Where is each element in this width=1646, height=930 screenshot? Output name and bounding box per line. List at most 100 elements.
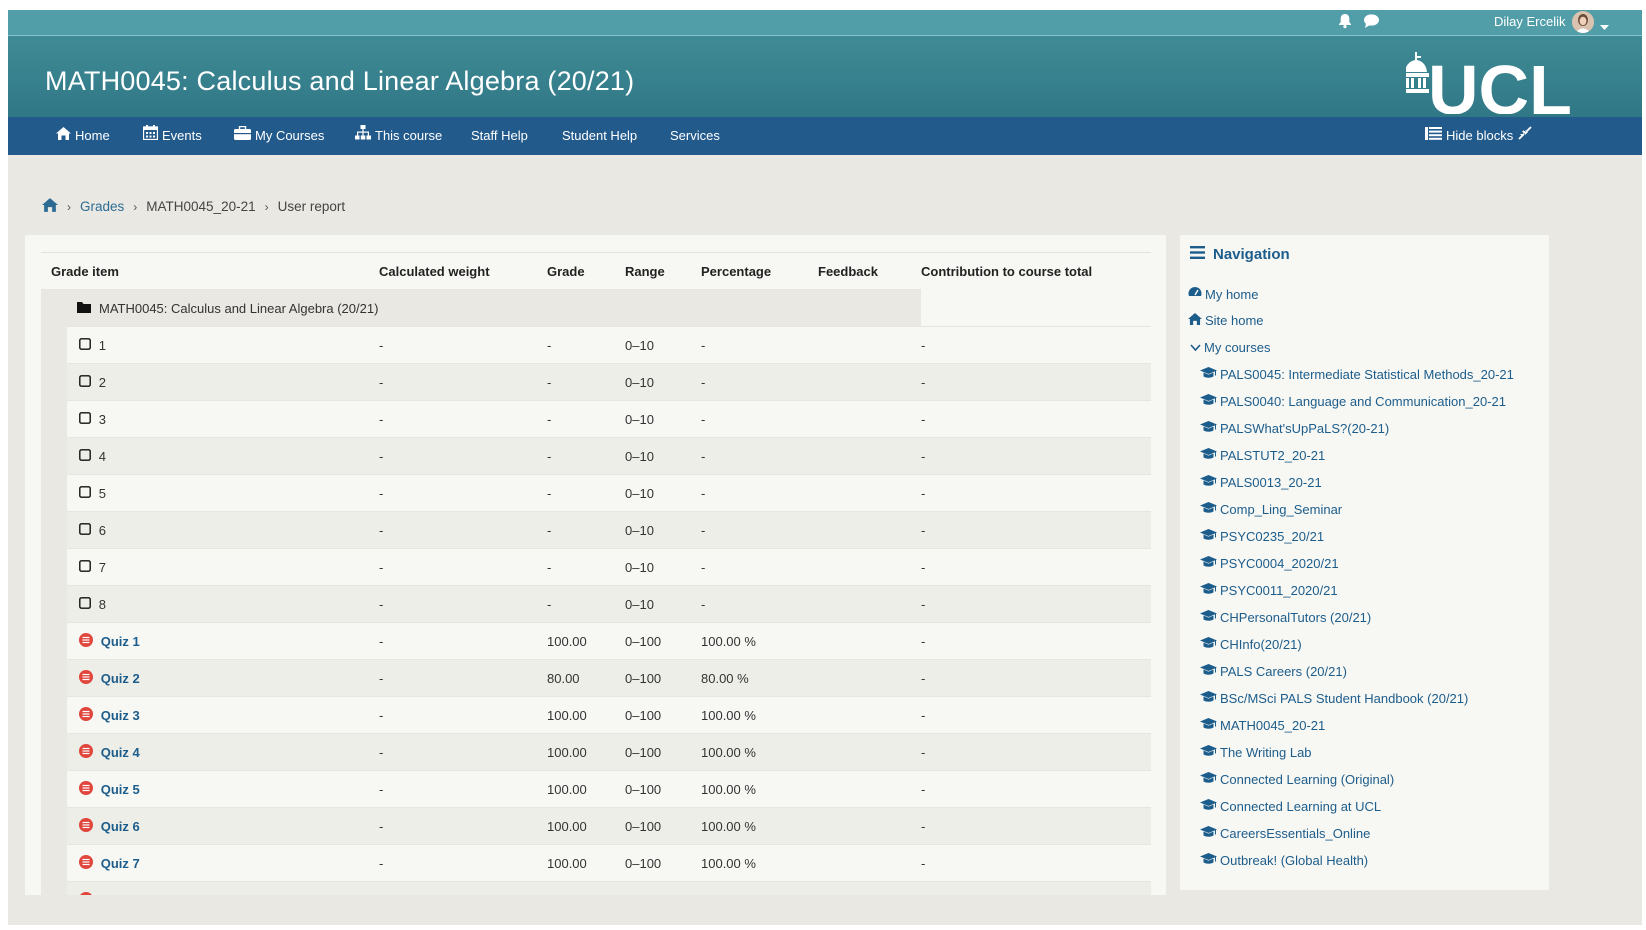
nav-my-courses-toggle[interactable]: My courses xyxy=(1190,340,1270,355)
grade-item-name[interactable]: Quiz 6 xyxy=(101,819,140,834)
cell-grade: - xyxy=(547,437,625,475)
nav-course-item[interactable]: CHInfo(20/21) xyxy=(1200,637,1302,652)
assignment-icon xyxy=(78,411,91,427)
grade-item-name[interactable]: Quiz 1 xyxy=(101,634,140,649)
nav-course-label: Comp_Ling_Seminar xyxy=(1220,502,1343,517)
folder-icon xyxy=(77,301,91,316)
caret-down-icon[interactable] xyxy=(1600,18,1609,36)
cell-feedback xyxy=(818,400,921,438)
cell-feedback xyxy=(818,770,921,808)
cell-percentage: - xyxy=(701,474,818,512)
assignment-icon xyxy=(78,596,91,612)
breadcrumb-home-icon[interactable] xyxy=(42,198,58,215)
breadcrumb-grades[interactable]: Grades xyxy=(80,199,124,214)
quiz-icon xyxy=(78,780,93,798)
table-row: 5- -0–10- - xyxy=(41,474,1151,512)
row-indent xyxy=(41,511,67,549)
cell-weight: - xyxy=(379,622,547,660)
quiz-icon xyxy=(78,743,93,761)
user-name[interactable]: Dilay Ercelik xyxy=(1494,14,1566,29)
cell-grade: 100.00 xyxy=(547,733,625,771)
nav-student-help-label: Student Help xyxy=(562,128,638,143)
navigation-block-title[interactable]: Navigation xyxy=(1190,246,1290,263)
nav-course-item[interactable]: Connected Learning at UCL xyxy=(1200,799,1381,814)
nav-course-label: Connected Learning (Original) xyxy=(1220,772,1395,787)
nav-course-item[interactable]: PALSTUT2_20-21 xyxy=(1200,448,1325,463)
nav-course-label: PALSWhat'sUpPaLS?(20-21) xyxy=(1220,421,1390,436)
table-row: Quiz 1-100.00 0–100 100.00 % - xyxy=(41,622,1151,660)
assignment-icon xyxy=(78,448,91,464)
hide-blocks-button[interactable]: Hide blocks xyxy=(1425,117,1513,155)
cell-weight: - xyxy=(379,807,547,845)
cell-percentage: - xyxy=(701,585,818,623)
nav-course-item[interactable]: PALS0013_20-21 xyxy=(1200,475,1322,490)
nav-course-item[interactable]: MATH0045_20-21 xyxy=(1200,718,1325,733)
user-avatar[interactable] xyxy=(1572,11,1594,33)
compress-button[interactable] xyxy=(1518,117,1532,155)
cell-weight: - xyxy=(379,474,547,512)
nav-course-item[interactable]: Outbreak! (Global Health) xyxy=(1200,853,1368,868)
nav-course-item[interactable]: Comp_Ling_Seminar xyxy=(1200,502,1342,517)
chat-icon[interactable] xyxy=(1363,13,1380,34)
nav-site-home[interactable]: Site home xyxy=(1188,313,1264,328)
cell-feedback xyxy=(818,326,921,364)
nav-course-item[interactable]: PALS0045: Intermediate Statistical Metho… xyxy=(1200,367,1514,382)
nav-course-item[interactable]: Connected Learning (Original) xyxy=(1200,772,1394,787)
nav-services[interactable]: Services xyxy=(670,117,720,155)
nav-course-item[interactable]: PALSWhat'sUpPaLS?(20-21) xyxy=(1200,421,1389,436)
cell-weight: - xyxy=(379,659,547,697)
nav-course-item[interactable]: PSYC0004_2020/21 xyxy=(1200,556,1339,571)
cell-range: 0–100 xyxy=(625,696,701,734)
cell-contribution: - xyxy=(921,511,1151,549)
nav-student-help[interactable]: Student Help xyxy=(562,117,637,155)
nav-course-item[interactable]: PSYC0011_2020/21 xyxy=(1200,583,1338,598)
cell-feedback xyxy=(818,511,921,549)
bell-icon[interactable] xyxy=(1338,13,1352,34)
nav-course-item[interactable]: PALS Careers (20/21) xyxy=(1200,664,1347,679)
nav-events[interactable]: Events xyxy=(142,117,202,155)
cell-percentage: 100.00 % xyxy=(701,807,818,845)
cell-grade: 100.00 xyxy=(547,844,625,882)
cell-feedback xyxy=(818,548,921,586)
cell-range: 0–100 xyxy=(625,770,701,808)
home-icon xyxy=(56,117,71,155)
grade-item-name: 8 xyxy=(98,596,106,612)
ucl-logo[interactable]: UCL xyxy=(1403,51,1596,129)
nav-course-item[interactable]: CareersEssentials_Online xyxy=(1200,826,1370,841)
nav-course-item[interactable]: The Writing Lab xyxy=(1200,745,1312,760)
quiz-icon xyxy=(78,669,93,687)
grade-item-name: 6 xyxy=(98,522,106,538)
grade-item-name[interactable]: Quiz 3 xyxy=(101,708,140,723)
grade-item-name[interactable]: Quiz 5 xyxy=(101,782,140,797)
table-row: 1- -0–10- - xyxy=(41,326,1151,364)
nav-course-item[interactable]: PALS0040: Language and Communication_20-… xyxy=(1200,394,1506,409)
grade-item-name[interactable]: Quiz 2 xyxy=(101,671,140,686)
nav-course-item[interactable]: PSYC0235_20/21 xyxy=(1200,529,1324,544)
user-report-card: Grade item Calculated weight Grade Range… xyxy=(25,235,1166,925)
cell-range: 0–100 xyxy=(625,622,701,660)
cell-feedback xyxy=(818,585,921,623)
nav-this-course[interactable]: This course xyxy=(355,117,442,155)
col-grade: Grade xyxy=(547,252,625,290)
compress-icon xyxy=(1518,117,1532,155)
course-category-label: MATH0045: Calculus and Linear Algebra (2… xyxy=(99,300,379,316)
nav-course-item[interactable]: CHPersonalTutors (20/21) xyxy=(1200,610,1371,625)
nav-staff-help[interactable]: Staff Help xyxy=(471,117,528,155)
grade-item-name[interactable]: Quiz 7 xyxy=(101,856,140,871)
nav-home[interactable]: Home xyxy=(56,117,110,155)
graduation-cap-icon xyxy=(1200,475,1217,490)
breadcrumb-course[interactable]: MATH0045_20-21 xyxy=(146,199,255,214)
cell-contribution: - xyxy=(921,844,1151,882)
nav-course-label: PALS0013_20-21 xyxy=(1220,475,1322,490)
cell-percentage: 100.00 % xyxy=(701,696,818,734)
grade-item-name: 3 xyxy=(98,411,106,427)
grade-item-name[interactable]: Quiz 4 xyxy=(101,745,140,760)
cell-contribution: - xyxy=(921,659,1151,697)
row-indent xyxy=(41,585,67,623)
nav-course-item[interactable]: BSc/MSci PALS Student Handbook (20/21) xyxy=(1200,691,1468,706)
nav-my-home[interactable]: My home xyxy=(1188,286,1258,302)
nav-my-courses[interactable]: My Courses xyxy=(234,117,324,155)
col-range: Range xyxy=(625,252,701,290)
cell-contribution: - xyxy=(921,548,1151,586)
graduation-cap-icon xyxy=(1200,718,1217,733)
